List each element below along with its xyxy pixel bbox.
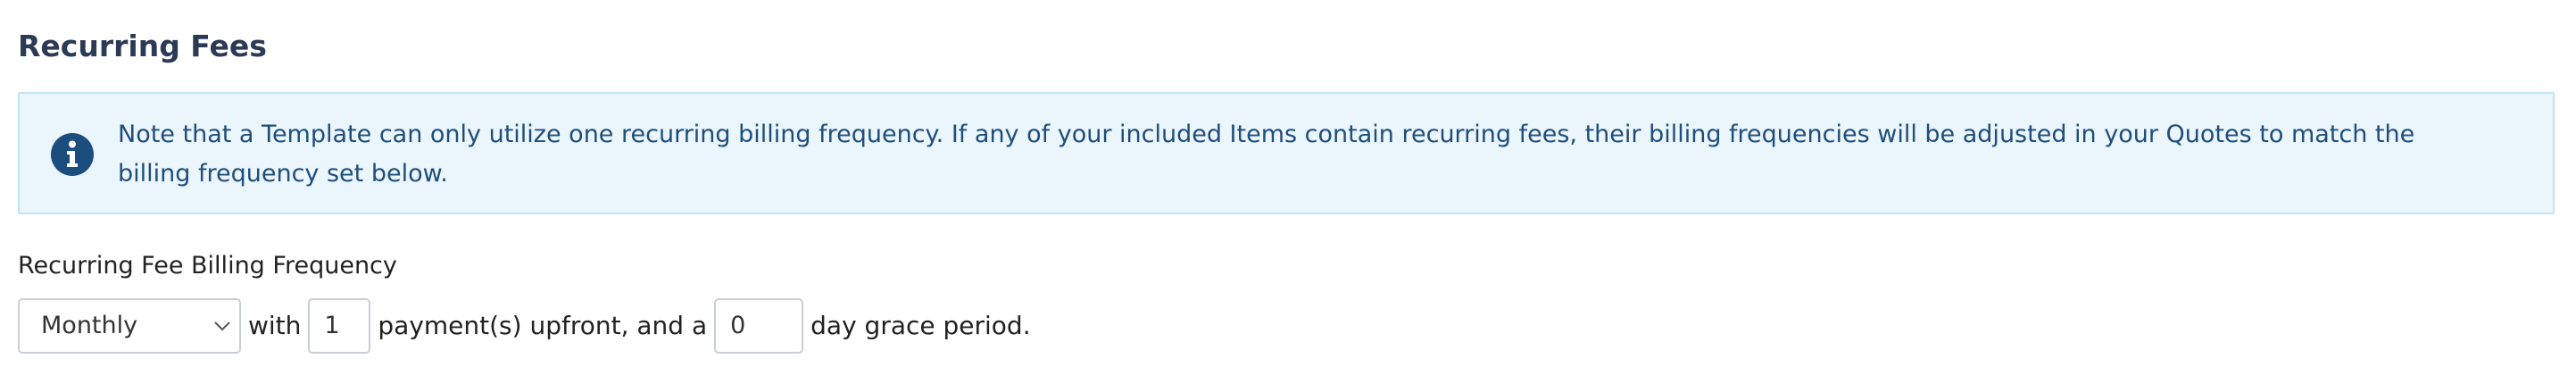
payments-upfront-text: payment(s) upfront, and a <box>378 311 708 340</box>
billing-frequency-select[interactable]: Monthly <box>18 298 241 354</box>
info-circle-icon <box>51 133 94 176</box>
billing-frequency-label: Recurring Fee Billing Frequency <box>18 252 397 280</box>
grace-period-input[interactable]: 0 <box>714 298 804 354</box>
with-text: with <box>248 311 302 340</box>
info-notice-text: Note that a Template can only utilize on… <box>118 121 2415 188</box>
billing-frequency-row: Monthly with 1 payment(s) upfront, and a… <box>18 298 1038 354</box>
section-title: Recurring Fees <box>18 29 267 63</box>
payments-upfront-input[interactable]: 1 <box>308 298 371 354</box>
info-notice: Note that a Template can only utilize on… <box>18 92 2555 214</box>
grace-period-text: day grace period. <box>810 311 1031 340</box>
chevron-down-icon <box>214 321 230 331</box>
billing-frequency-selected-value: Monthly <box>41 312 138 339</box>
